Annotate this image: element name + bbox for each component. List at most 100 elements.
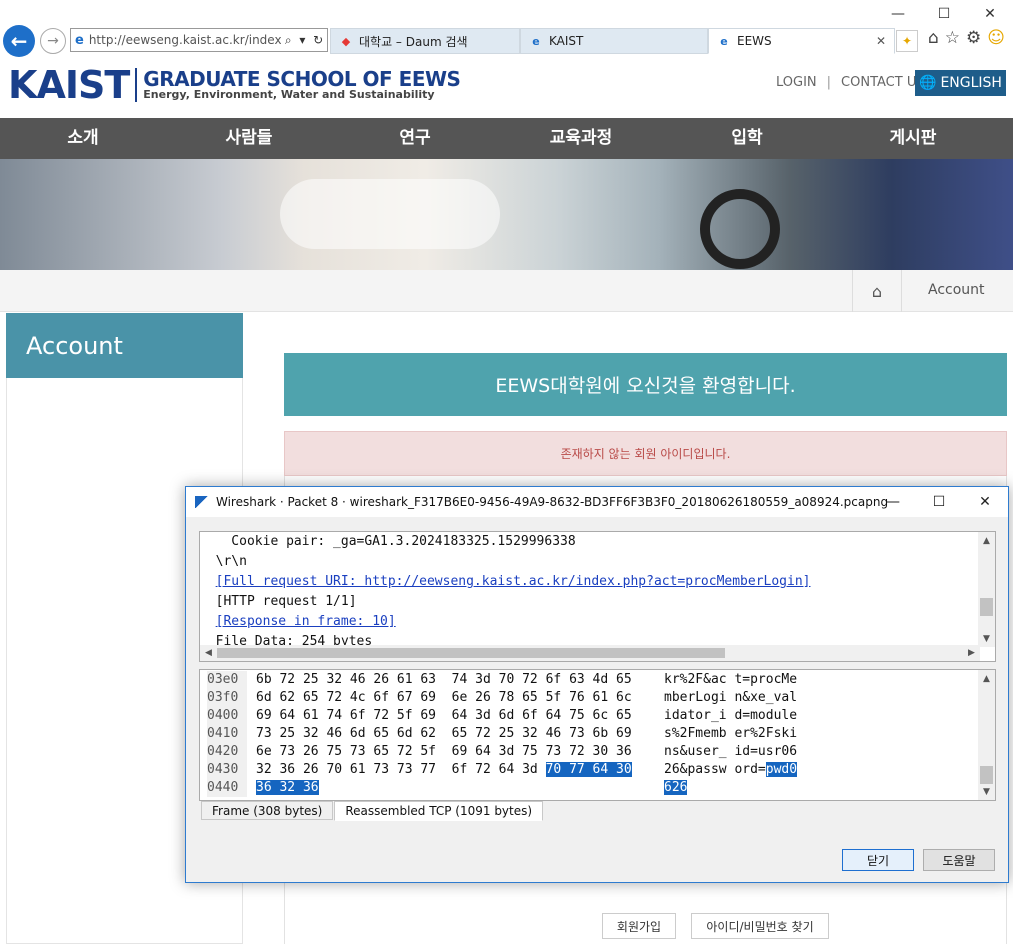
hex-row[interactable]: 0410 73 25 32 46 6d 65 6d 62 65 72 25 32 …: [200, 725, 980, 743]
settings-gear-icon[interactable]: ⚙: [966, 28, 981, 48]
hex-bytes[interactable]: 6e 73 26 75 73 65 72 5f 69 64 3d 75 73 7…: [256, 743, 632, 761]
hex-row[interactable]: 0400 69 64 61 74 6f 72 5f 69 64 3d 6d 6f …: [200, 707, 980, 725]
menu-item-curriculum[interactable]: 교육과정: [498, 118, 664, 159]
minimize-icon[interactable]: —: [870, 487, 916, 517]
scroll-right-icon[interactable]: ▶: [963, 645, 980, 661]
scroll-down-icon[interactable]: ▼: [978, 783, 995, 800]
browser-tab-eews[interactable]: e EEWS ✕: [708, 28, 895, 54]
hex-ascii[interactable]: s%2Fmemb er%2Fski: [664, 725, 797, 743]
daum-icon: ◆: [341, 34, 351, 48]
breadcrumb-current: Account: [928, 282, 985, 298]
hex-row[interactable]: 0420 6e 73 26 75 73 65 72 5f 69 64 3d 75 …: [200, 743, 980, 761]
address-bar[interactable]: e http://eewseng.kaist.ac.kr/index.p ⌕ ▾…: [70, 28, 328, 52]
hex-bytes-highlighted[interactable]: 36 32 36: [256, 780, 319, 795]
new-tab-button[interactable]: ✦: [896, 30, 918, 52]
scroll-left-icon[interactable]: ◀: [200, 645, 217, 661]
hex-ascii-highlighted[interactable]: pwd0: [765, 762, 798, 777]
browser-tab-kaist[interactable]: e KAIST: [520, 28, 708, 54]
hex-ascii[interactable]: idator_i d=module: [664, 707, 797, 725]
packet-detail-line[interactable]: [Response in frame: 10]: [200, 612, 980, 632]
hex-ascii[interactable]: 626: [664, 779, 688, 797]
packet-detail-line[interactable]: [Full request URI: http://eewseng.kaist.…: [200, 572, 980, 592]
wireshark-title: Wireshark · Packet 8 · wireshark_F317B6E…: [216, 495, 889, 509]
english-label: ENGLISH: [940, 75, 1002, 91]
ie-icon: e: [532, 34, 540, 48]
smiley-icon[interactable]: ☺: [987, 28, 1005, 48]
menu-item-people[interactable]: 사람들: [166, 118, 332, 159]
tab-reassembled-tcp[interactable]: Reassembled TCP (1091 bytes): [334, 801, 544, 821]
new-tab-icon: ✦: [901, 34, 913, 48]
packet-detail-line[interactable]: \r\n: [200, 552, 980, 572]
top-links: LOGIN | CONTACT US: [776, 75, 925, 90]
hex-row[interactable]: 0440 36 32 36 626: [200, 779, 980, 797]
browser-tools: ⌂ ☆ ⚙ ☺: [928, 28, 1005, 48]
hex-bytes-highlighted[interactable]: 70 77 64 30: [545, 762, 632, 777]
forward-button[interactable]: →: [40, 28, 66, 54]
help-button[interactable]: 도움말: [923, 849, 995, 871]
hex-bytes[interactable]: 32 36 26 70 61 73 73 77 6f 72 64 3d 70 7…: [256, 761, 632, 779]
refresh-icon[interactable]: ↻: [313, 33, 323, 48]
link-divider: |: [826, 75, 832, 90]
details-vertical-scrollbar[interactable]: ▲ ▼: [978, 532, 995, 647]
scroll-up-icon[interactable]: ▲: [978, 532, 995, 549]
hex-bytes[interactable]: 69 64 61 74 6f 72 5f 69 64 3d 6d 6f 64 7…: [256, 707, 632, 725]
hex-bytes[interactable]: 36 32 36: [256, 779, 319, 797]
contact-link[interactable]: CONTACT US: [841, 75, 925, 90]
hex-row[interactable]: 0430 32 36 26 70 61 73 73 77 6f 72 64 3d …: [200, 761, 980, 779]
menu-item-intro[interactable]: 소개: [0, 118, 166, 159]
hex-ascii-highlighted[interactable]: 626: [664, 780, 688, 795]
packet-details-pane[interactable]: Cookie pair: _ga=GA1.3.2024183325.152999…: [199, 531, 996, 662]
hex-bytes[interactable]: 6b 72 25 32 46 26 61 63 74 3d 70 72 6f 6…: [256, 671, 632, 689]
graduate-school-subtitle: Energy, Environment, Water and Sustainab…: [143, 88, 435, 101]
maximize-icon[interactable]: ☐: [916, 487, 962, 517]
find-account-button[interactable]: 아이디/비밀번호 찾기: [691, 913, 829, 939]
close-icon[interactable]: ✕: [962, 487, 1008, 517]
scrollbar-thumb[interactable]: [217, 648, 725, 658]
hex-offset: 0400: [207, 707, 247, 725]
dropdown-icon[interactable]: ▾: [299, 33, 305, 48]
hex-offset: 03e0: [207, 671, 247, 689]
hex-bytes[interactable]: 73 25 32 46 6d 65 6d 62 65 72 25 32 46 7…: [256, 725, 632, 743]
tab-label: KAIST: [549, 34, 584, 48]
scrollbar-thumb[interactable]: [980, 766, 993, 784]
english-button[interactable]: 🌐 ENGLISH: [915, 70, 1006, 96]
hex-row[interactable]: 03f0 6d 62 65 72 4c 6f 67 69 6e 26 78 65 …: [200, 689, 980, 707]
close-button[interactable]: 닫기: [842, 849, 914, 871]
tab-close-icon[interactable]: ✕: [876, 34, 886, 48]
login-link[interactable]: LOGIN: [776, 75, 817, 90]
packet-detail-line[interactable]: Cookie pair: _ga=GA1.3.2024183325.152999…: [200, 532, 980, 552]
home-icon[interactable]: ⌂: [852, 270, 902, 312]
hex-row[interactable]: 03e0 6b 72 25 32 46 26 61 63 74 3d 70 72 …: [200, 671, 980, 689]
menu-item-research[interactable]: 연구: [332, 118, 498, 159]
hex-ascii[interactable]: kr%2F&ac t=procMe: [664, 671, 797, 689]
hex-bytes[interactable]: 6d 62 65 72 4c 6f 67 69 6e 26 78 65 5f 7…: [256, 689, 632, 707]
browser-tab-daum[interactable]: ◆ 대학교 – Daum 검색: [330, 28, 520, 54]
hero-tube-shape: [700, 189, 780, 269]
packet-bytes-pane[interactable]: 03e0 6b 72 25 32 46 26 61 63 74 3d 70 72 …: [199, 669, 996, 801]
back-button[interactable]: ←: [3, 25, 35, 57]
arrow-right-icon: →: [47, 33, 59, 49]
packet-detail-link[interactable]: [Full request URI: http://eewseng.kaist.…: [216, 574, 811, 589]
home-icon[interactable]: ⌂: [928, 28, 939, 48]
scroll-up-icon[interactable]: ▲: [978, 670, 995, 687]
ie-icon: e: [75, 32, 84, 48]
packet-detail-line[interactable]: [HTTP request 1/1]: [200, 592, 980, 612]
hex-ascii[interactable]: 26&passw ord=pwd0: [664, 761, 798, 779]
address-text[interactable]: http://eewseng.kaist.ac.kr/index.p: [89, 33, 281, 47]
hex-ascii[interactable]: mberLogi n&xe_val: [664, 689, 797, 707]
scrollbar-thumb[interactable]: [980, 598, 993, 616]
hex-ascii[interactable]: ns&user_ id=usr06: [664, 743, 797, 761]
favorites-star-icon[interactable]: ☆: [945, 28, 960, 48]
join-button[interactable]: 회원가입: [602, 913, 676, 939]
menu-item-admission[interactable]: 입학: [664, 118, 830, 159]
packet-detail-link[interactable]: [Response in frame: 10]: [216, 614, 396, 629]
menu-item-board[interactable]: 게시판: [830, 118, 996, 159]
site-logo[interactable]: KAIST GRADUATE SCHOOL OF EEWS Energy, En…: [8, 66, 461, 104]
hero-banner-image: [0, 159, 1013, 270]
search-icon[interactable]: ⌕: [285, 33, 292, 48]
scroll-down-icon[interactable]: ▼: [978, 630, 995, 647]
graduate-school-title: GRADUATE SCHOOL OF EEWS: [143, 67, 461, 91]
bytes-vertical-scrollbar[interactable]: ▲ ▼: [978, 670, 995, 800]
tab-frame-bytes[interactable]: Frame (308 bytes): [201, 801, 334, 820]
details-horizontal-scrollbar[interactable]: ◀ ▶: [200, 645, 980, 661]
